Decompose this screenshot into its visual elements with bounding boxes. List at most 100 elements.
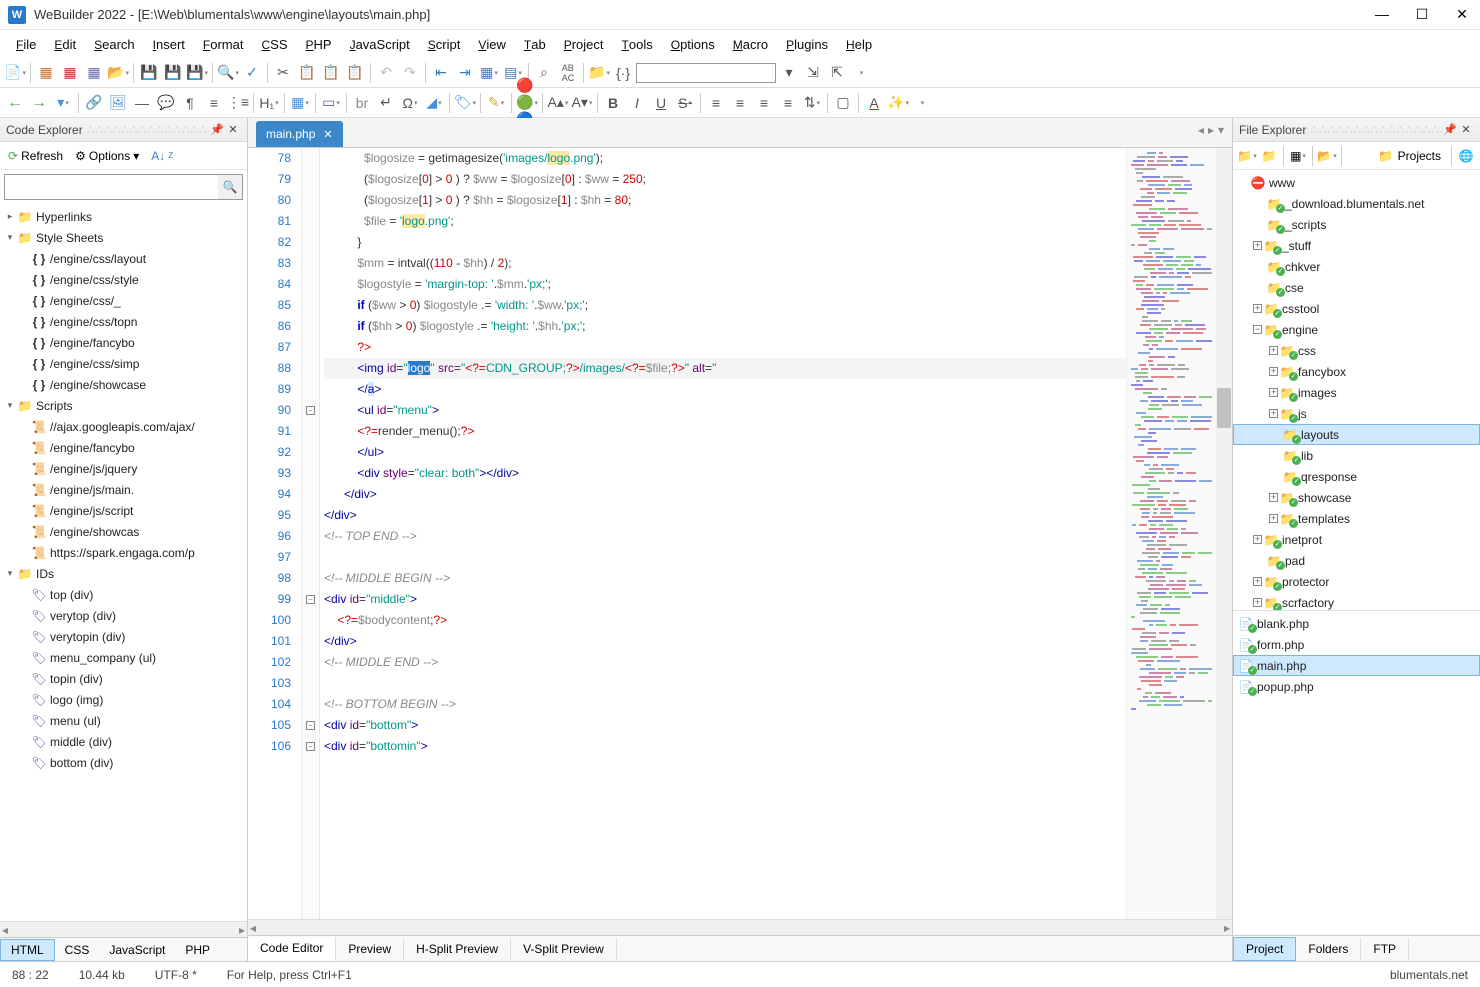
script-item[interactable]: 📜https://spark.engaga.com/p — [0, 542, 247, 563]
quick-search-input[interactable] — [636, 63, 776, 83]
menu-plugins[interactable]: Plugins — [778, 33, 836, 56]
folder--stuff[interactable]: +📁✓_stuff — [1233, 235, 1480, 256]
folder--scripts[interactable]: 📁✓_scripts — [1233, 214, 1480, 235]
stylesheet-item[interactable]: { }/engine/css/layout — [0, 248, 247, 269]
back-button[interactable]: ← — [4, 92, 26, 114]
refresh-folder-button[interactable]: 📁 — [1259, 146, 1279, 166]
editor-h-scrollbar[interactable]: ◂▸ — [248, 919, 1232, 935]
br-button[interactable]: br — [351, 92, 373, 114]
lang-tab-php[interactable]: PHP — [175, 940, 220, 960]
italic-button[interactable]: I — [626, 92, 648, 114]
editor-tab-v-split-preview[interactable]: V-Split Preview — [511, 938, 617, 960]
minimize-button[interactable]: ― — [1372, 6, 1392, 23]
close-tab-icon[interactable]: ✕ — [323, 128, 332, 141]
stylesheet-item[interactable]: { }/engine/css/simp — [0, 353, 247, 374]
align-justify-button[interactable]: ≡ — [777, 92, 799, 114]
folder-www[interactable]: ⛔www — [1233, 172, 1480, 193]
id-item[interactable]: 🏷verytop (div) — [0, 605, 247, 626]
anchor-button[interactable]: ↵ — [375, 92, 397, 114]
nav-folder-button[interactable]: 📁 — [1237, 146, 1257, 166]
prev-tab-button[interactable]: ◂ — [1198, 123, 1204, 137]
bold-button[interactable]: B — [602, 92, 624, 114]
fe-tab-ftp[interactable]: FTP — [1361, 938, 1409, 960]
menu-tools[interactable]: Tools — [614, 33, 661, 56]
folder-lib[interactable]: 📁✓lib — [1233, 445, 1480, 466]
css-button[interactable]: ◢ — [423, 92, 445, 114]
id-item[interactable]: 🏷menu (ul) — [0, 710, 247, 731]
outdent-button[interactable]: ⇤ — [430, 62, 452, 84]
vertical-scrollbar[interactable] — [1216, 148, 1232, 919]
color-button[interactable]: 🔴🟢🔵 — [516, 92, 538, 114]
line-height-button[interactable]: ⇅ — [801, 92, 823, 114]
projects-label[interactable]: Projects — [1398, 149, 1441, 163]
folder-chkver[interactable]: 📁✓chkver — [1233, 256, 1480, 277]
heading-button[interactable]: H₁ — [258, 92, 280, 114]
folder-qresponse[interactable]: 📁✓qresponse — [1233, 466, 1480, 487]
replace-button[interactable]: ABAC — [557, 62, 579, 84]
file-form-php[interactable]: 📄✓form.php — [1233, 634, 1480, 655]
menu-macro[interactable]: Macro — [725, 33, 776, 56]
font-up-button[interactable]: A▴ — [547, 92, 569, 114]
open-html-button[interactable]: ▦ — [35, 62, 57, 84]
menu-javascript[interactable]: JavaScript — [342, 33, 418, 56]
copy-button[interactable]: 📋 — [296, 62, 318, 84]
minimap[interactable] — [1126, 148, 1216, 919]
forward-button[interactable]: → — [28, 92, 50, 114]
id-item[interactable]: 🏷bottom (div) — [0, 752, 247, 773]
redo-button[interactable]: ↷ — [399, 62, 421, 84]
folder-engine[interactable]: −📁✓engine — [1233, 319, 1480, 340]
folder-css[interactable]: +📁✓css — [1233, 340, 1480, 361]
menu-view[interactable]: View — [470, 33, 514, 56]
open-pdf-button[interactable]: ▦ — [59, 62, 81, 84]
bookmark-button[interactable]: 📁 — [588, 62, 610, 84]
folder-scrfactory[interactable]: +📁✓scrfactory — [1233, 592, 1480, 610]
omega-button[interactable]: Ω — [399, 92, 421, 114]
underline-button[interactable]: U — [650, 92, 672, 114]
menu-edit[interactable]: Edit — [46, 33, 84, 56]
paragraph-button[interactable]: ¶ — [179, 92, 201, 114]
projects-button[interactable]: 📁 — [1376, 146, 1396, 166]
fe-tab-folders[interactable]: Folders — [1296, 938, 1361, 960]
options-button[interactable]: ⚙Options ▾ — [71, 147, 143, 165]
script-item[interactable]: 📜/engine/showcas — [0, 521, 247, 542]
fold-gutter[interactable]: −−−− — [302, 148, 320, 919]
script-item[interactable]: 📜/engine/js/main. — [0, 479, 247, 500]
folder-inetprot[interactable]: +📁✓inetprot — [1233, 529, 1480, 550]
paste-button[interactable]: 📋 — [320, 62, 342, 84]
script-item[interactable]: 📜/engine/fancybo — [0, 437, 247, 458]
wand-button[interactable]: ✨ — [887, 92, 909, 114]
folder-js[interactable]: +📁✓js — [1233, 403, 1480, 424]
ol-button[interactable]: ≡ — [203, 92, 225, 114]
search-button[interactable]: 🔍 — [217, 62, 239, 84]
tabs-menu-button[interactable]: ▾ — [1218, 123, 1224, 137]
lang-tab-css[interactable]: CSS — [55, 940, 100, 960]
editor-tab-h-split-preview[interactable]: H-Split Preview — [404, 938, 511, 960]
open-folder-button[interactable]: 📂 — [107, 62, 129, 84]
editor-tab-preview[interactable]: Preview — [336, 938, 404, 960]
code-area[interactable]: $logosize = getimagesize('images/logo.pn… — [320, 148, 1126, 919]
editor-tab-code-editor[interactable]: Code Editor — [248, 937, 336, 961]
folder--download-blumentals-net[interactable]: 📁✓_download.blumentals.net — [1233, 193, 1480, 214]
lang-tab-javascript[interactable]: JavaScript — [99, 940, 175, 960]
file-tab-main[interactable]: main.php ✕ — [256, 121, 343, 147]
id-item[interactable]: 🏷verytopin (div) — [0, 626, 247, 647]
id-item[interactable]: 🏷menu_company (ul) — [0, 647, 247, 668]
next-tab-button[interactable]: ▸ — [1208, 123, 1214, 137]
table-button[interactable]: ▦ — [289, 92, 311, 114]
code-editor[interactable]: 7879808182838485868788899091929394959697… — [248, 148, 1232, 919]
lang-tab-html[interactable]: HTML — [0, 939, 55, 961]
file-explorer-tree[interactable]: ⛔www📁✓_download.blumentals.net📁✓_scripts… — [1233, 170, 1480, 610]
id-item[interactable]: 🏷logo (img) — [0, 689, 247, 710]
file-popup-php[interactable]: 📄✓popup.php — [1233, 676, 1480, 697]
globe-button[interactable]: 🌐 — [1456, 146, 1476, 166]
menu-options[interactable]: Options — [663, 33, 723, 56]
brackets-button[interactable]: {·} — [612, 62, 634, 84]
file-list[interactable]: 📄✓blank.php📄✓form.php📄✓main.php📄✓popup.p… — [1233, 610, 1480, 935]
comment-button[interactable]: 💬 — [155, 92, 177, 114]
folder-stylesheets[interactable]: ▾📁Style Sheets — [0, 227, 247, 248]
code-explorer-search[interactable]: 🔍 — [4, 174, 243, 200]
folder-options-button[interactable]: 📂 — [1317, 146, 1337, 166]
close-panel-icon[interactable]: ✕ — [225, 123, 241, 136]
script-item[interactable]: 📜//ajax.googleapis.com/ajax/ — [0, 416, 247, 437]
search-input[interactable] — [5, 175, 218, 199]
